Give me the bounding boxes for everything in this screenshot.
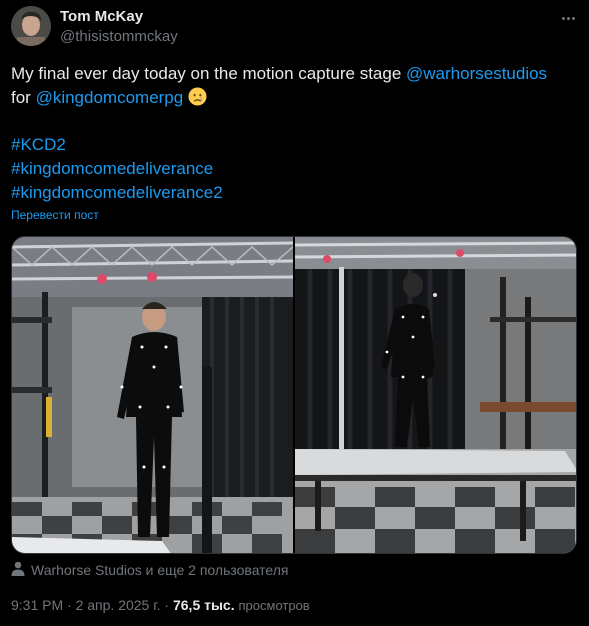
photo-right[interactable] [295, 237, 576, 553]
avatar[interactable] [11, 6, 51, 46]
hashtag-list: #KCD2 #kingdomcomedeliverance #kingdomco… [11, 133, 223, 205]
tweet-text: My final ever day today on the motion ca… [11, 62, 576, 110]
author-handle[interactable]: @thisistommckay [60, 28, 178, 45]
tweet-text-part: for [11, 88, 36, 107]
tweet-meta: 9:31 PM · 2 апр. 2025 г. · 76,5 тыс. про… [11, 597, 310, 613]
tagged-users-label: Warhorse Studios и еще 2 пользователя [31, 562, 289, 578]
tweet-time[interactable]: 9:31 PM [11, 597, 63, 613]
views-count: 76,5 тыс. [172, 597, 235, 613]
meta-separator: · [67, 597, 72, 613]
hashtag-link[interactable]: #KCD2 [11, 133, 223, 157]
meta-separator: · [164, 597, 170, 613]
tagged-users[interactable]: Warhorse Studios и еще 2 пользователя [11, 561, 289, 579]
translate-post-link[interactable]: Перевести пост [11, 208, 99, 222]
media-grid [11, 236, 577, 554]
views-label: просмотров [238, 598, 310, 613]
tweet-text-part: My final ever day today on the motion ca… [11, 64, 407, 83]
photo-left[interactable] [12, 237, 293, 553]
mention-kingdomcomerpg[interactable]: @kingdomcomerpg [36, 88, 184, 107]
hashtag-link[interactable]: #kingdomcomedeliverance2 [11, 181, 223, 205]
hashtag-link[interactable]: #kingdomcomedeliverance [11, 157, 223, 181]
mention-warhorsestudios[interactable]: @warhorsestudios [406, 64, 547, 83]
more-options-icon[interactable] [557, 8, 579, 28]
author-name[interactable]: Tom McKay [60, 8, 143, 25]
person-icon [11, 561, 25, 579]
tweet-date[interactable]: 2 апр. 2025 г. [76, 597, 161, 613]
crying-face-icon [188, 87, 207, 106]
